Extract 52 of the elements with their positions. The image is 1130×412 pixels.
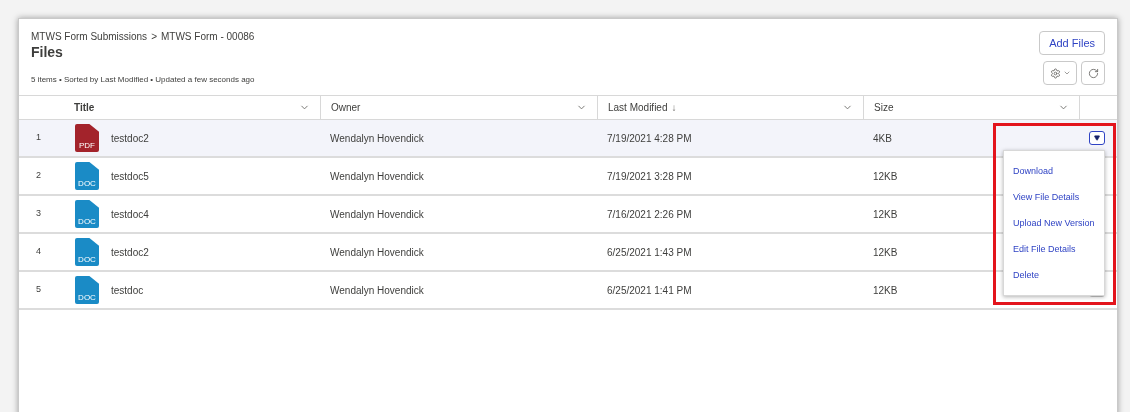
sort-indicator: ↓	[671, 101, 677, 115]
file-icon: DOC	[75, 276, 99, 304]
list-summary: 5 items • Sorted by Last Modified • Updated a few seconds ago	[31, 74, 255, 86]
caret-icon	[1062, 69, 1071, 77]
settings-menu-button[interactable]	[1043, 61, 1077, 85]
menu-item[interactable]: Download	[1013, 164, 1104, 178]
owner-cell-text: Wendalyn Hovendick	[329, 131, 425, 146]
menu-item[interactable]: Edit File Details	[1013, 242, 1104, 256]
size-cell: 12KB	[873, 246, 898, 258]
row-number: 2	[35, 169, 42, 183]
size-cell: 12KB	[873, 170, 898, 182]
breadcrumb-separator: >	[151, 30, 157, 44]
size-cell: 12KB	[873, 284, 898, 296]
modified-cell-text: 6/25/2021 1:41 PM	[606, 283, 693, 298]
menu-item[interactable]: Upload New Version	[1013, 216, 1104, 230]
row-number: 1	[35, 131, 42, 145]
file-title[interactable]: testdoc4	[111, 206, 149, 222]
breadcrumb-link[interactable]: MTWS Form - 00086	[160, 29, 255, 44]
column-header[interactable]: Size	[863, 96, 1079, 119]
row-number: 5	[35, 283, 42, 297]
file-icon: DOC	[75, 162, 99, 190]
file-title[interactable]: testdoc2	[111, 244, 149, 260]
file-title[interactable]: testdoc2	[111, 130, 149, 146]
column-header[interactable]: Last Modified ↓	[597, 96, 863, 119]
file-icon: DOC	[75, 200, 99, 228]
breadcrumb-link[interactable]: MTWS Form Submissions	[31, 29, 148, 44]
file-title[interactable]: testdoc	[111, 282, 144, 298]
modified-cell-text: 7/19/2021 4:28 PM	[606, 131, 693, 146]
owner-cell-text: Wendalyn Hovendick	[329, 169, 425, 184]
row-number: 3	[35, 207, 42, 221]
table-row[interactable]: 1 PDF testdoc2 Wendalyn Hovendick 7/19/2021 4:28 PM 4KB	[19, 120, 1117, 158]
refresh-icon	[1087, 67, 1099, 79]
file-icon: PDF	[75, 124, 99, 152]
caret-icon	[1094, 135, 1100, 141]
modified-cell-text: 7/19/2021 3:28 PM	[606, 169, 693, 184]
file-title[interactable]: testdoc5	[111, 168, 149, 184]
size-cell: 12KB	[873, 208, 898, 220]
column-header[interactable]: Title	[62, 96, 320, 119]
size-cell: 4KB	[873, 132, 892, 144]
modified-cell-text: 7/16/2021 2:26 PM	[606, 207, 693, 222]
owner-cell-text: Wendalyn Hovendick	[329, 207, 425, 222]
column-header[interactable]: Owner	[320, 96, 597, 119]
modified-cell-text: 6/25/2021 1:43 PM	[606, 245, 693, 260]
page-title: Files	[31, 44, 64, 60]
refresh-button[interactable]	[1081, 61, 1105, 85]
settings-icon	[1049, 67, 1061, 79]
owner-cell-text: Wendalyn Hovendick	[329, 283, 425, 298]
owner-cell-text: Wendalyn Hovendick	[329, 245, 425, 260]
row-number: 4	[35, 245, 42, 259]
row-menu-button[interactable]	[1089, 131, 1105, 145]
add-files-button[interactable]: Add Files	[1039, 31, 1105, 55]
file-icon: DOC	[75, 238, 99, 266]
